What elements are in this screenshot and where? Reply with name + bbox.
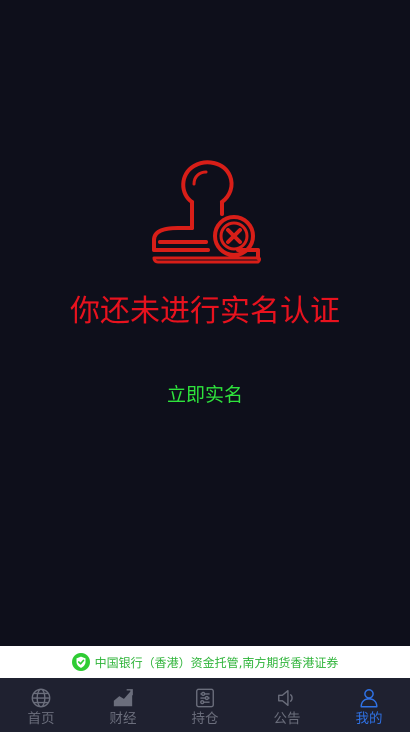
custody-notice-bar: 中国银行（香港）资金托管,南方期货香港证券: [0, 646, 410, 678]
shield-check-icon: [71, 653, 90, 671]
tab-home[interactable]: 首页: [0, 678, 82, 732]
tab-announcements[interactable]: 公告: [246, 678, 328, 732]
bottom-tab-bar: 首页 财经 持仓 公告 我的: [0, 678, 410, 732]
stamp-reject-icon: [152, 160, 261, 264]
notice-text: 中国银行（香港）资金托管,南方期货香港证券: [94, 655, 339, 670]
globe-icon: [31, 688, 51, 708]
speaker-icon: [278, 689, 293, 707]
page-title: 你还未进行实名认证: [70, 294, 340, 329]
chart-icon: [113, 689, 133, 707]
tab-mine[interactable]: 我的: [328, 678, 410, 732]
tab-finance-label: 财经: [109, 711, 137, 727]
user-icon: [360, 689, 378, 708]
tab-announcements-label: 公告: [273, 711, 301, 727]
tab-positions[interactable]: 持仓: [164, 678, 246, 732]
tab-finance[interactable]: 财经: [82, 678, 164, 732]
tab-mine-label: 我的: [355, 711, 383, 727]
sliders-icon: [196, 688, 214, 708]
tab-positions-label: 持仓: [191, 711, 219, 727]
tab-home-label: 首页: [27, 711, 55, 727]
page: 你还未进行实名认证 立即实名 中国银行（香港）资金托管,南方期货香港证券 首页 …: [0, 0, 410, 732]
verify-now-button[interactable]: 立即实名: [145, 380, 265, 410]
